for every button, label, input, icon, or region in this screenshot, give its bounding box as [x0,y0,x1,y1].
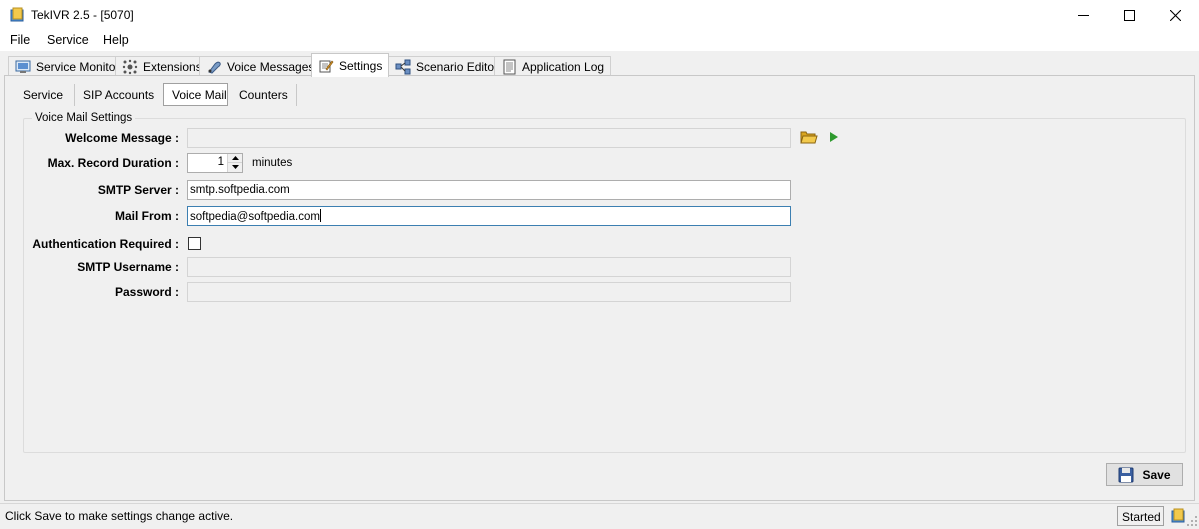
menu-help[interactable]: Help [101,33,131,47]
window-title: TekIVR 2.5 - [5070] [31,8,134,22]
tab-label: Scenario Editor [416,60,499,74]
tab-label: Voice Messages [227,60,315,74]
browse-folder-button[interactable] [800,129,818,145]
app-icon [9,7,25,23]
title-bar: TekIVR 2.5 - [5070] [0,0,1199,30]
tab-application-log[interactable]: Application Log [494,56,612,77]
settings-icon [318,58,334,74]
tab-label: Application Log [522,60,605,74]
max-record-duration-value: 1 [217,156,224,168]
smtp-server-label: SMTP Server : [97,183,179,197]
tab-label: Service Monitor [36,60,120,74]
subtab-sip-accounts[interactable]: SIP Accounts [75,84,167,106]
welcome-message-label: Welcome Message : [65,131,179,145]
tab-voice-messages[interactable]: Voice Messages [199,56,322,77]
tab-extensions[interactable]: Extensions [115,56,209,77]
play-button[interactable] [829,131,839,143]
save-button[interactable]: Save [1106,463,1183,486]
scenario-editor-icon [395,59,411,75]
text-caret [319,209,321,222]
service-status-icon [1170,508,1186,524]
stepper-down-button[interactable] [228,163,242,172]
tab-settings[interactable]: Settings [311,53,390,77]
status-message: Click Save to make settings change activ… [5,509,234,523]
welcome-message-field[interactable] [187,128,791,148]
resize-grip[interactable] [1187,515,1197,526]
menu-service[interactable]: Service [45,33,91,47]
smtp-username-label: SMTP Username : [77,260,179,274]
group-title: Voice Mail Settings [32,112,136,124]
subtab-service[interactable]: Service [15,84,75,106]
minimize-button[interactable] [1061,0,1107,30]
save-icon [1118,467,1134,482]
save-button-label: Save [1142,467,1171,482]
service-status: Started [1117,506,1164,526]
tab-label: Extensions [143,60,202,74]
max-record-duration-label: Max. Record Duration : [47,156,179,170]
arrow-up-icon [232,156,239,160]
tab-scenario-editor[interactable]: Scenario Editor [388,56,506,77]
extensions-icon [122,59,138,75]
folder-icon [800,131,818,144]
mail-from-value: softpedia@softpedia.com [190,211,320,223]
monitor-icon [15,59,31,75]
stepper-buttons [227,154,242,172]
arrow-down-icon [232,165,239,169]
smtp-username-field[interactable] [187,257,791,277]
menu-bar: File Service Help [0,30,1199,51]
duration-unit-label: minutes [252,157,293,169]
close-button[interactable] [1153,0,1199,30]
application-log-icon [501,59,517,75]
mail-from-field[interactable]: softpedia@softpedia.com [187,206,791,226]
max-record-duration-stepper[interactable]: 1 [187,153,243,173]
password-field[interactable] [187,282,791,302]
tab-label: Settings [339,58,383,73]
password-label: Password : [114,285,179,299]
subtab-counters[interactable]: Counters [231,84,297,106]
menu-file[interactable]: File [8,33,32,47]
mail-from-label: Mail From : [114,209,179,223]
settings-panel: Service SIP Accounts Voice Mail Counters… [4,75,1195,501]
maximize-button[interactable] [1107,0,1153,30]
auth-required-label: Authentication Required : [32,237,179,251]
stepper-up-button[interactable] [228,154,242,163]
main-tab-strip: Service Monitor Extensions Voice Message… [0,52,1199,77]
auth-required-checkbox[interactable] [188,237,201,250]
voice-mail-settings-group: Voice Mail Settings Welcome Message : Ma… [23,112,1186,453]
status-bar: Click Save to make settings change activ… [0,503,1199,527]
voice-messages-icon [206,59,222,75]
subtab-voice-mail[interactable]: Voice Mail [163,83,228,106]
tab-service-monitor[interactable]: Service Monitor [8,56,127,77]
play-icon [830,132,838,142]
smtp-server-field[interactable]: smtp.softpedia.com [187,180,791,200]
